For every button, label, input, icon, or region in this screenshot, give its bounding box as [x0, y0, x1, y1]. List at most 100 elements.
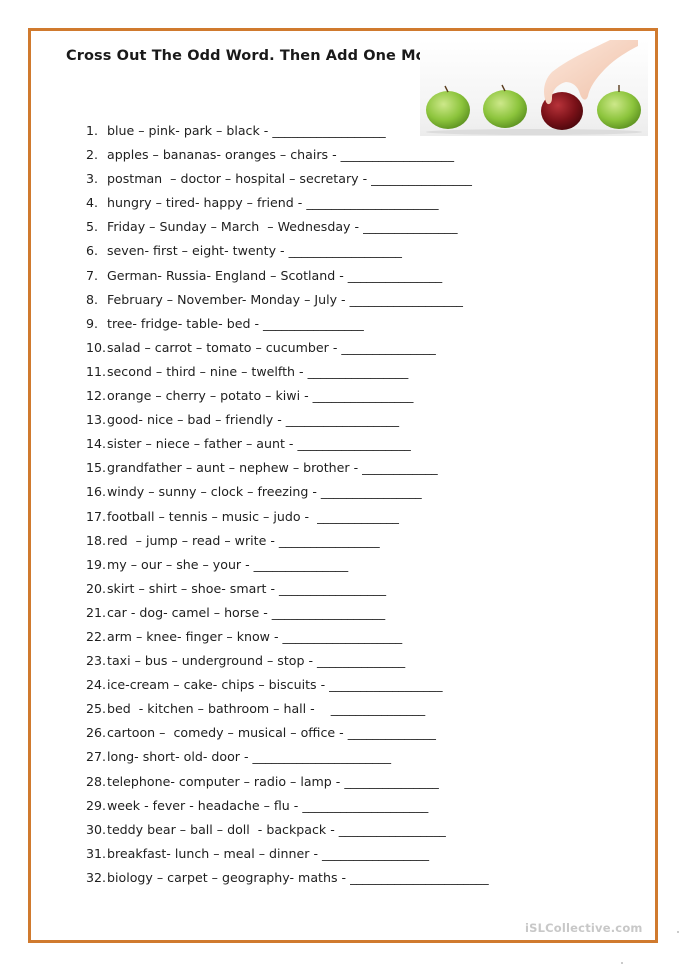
answer-blank[interactable]: ____________________: [302, 797, 428, 821]
answer-blank[interactable]: _____________: [317, 508, 399, 532]
word-set: tree- fridge- table- bed -: [107, 315, 264, 331]
exercise-item: 10. salad – carrot – tomato – cucumber - …: [86, 339, 489, 363]
exercise-item: 27. long- short- old- door - ____________…: [86, 748, 489, 772]
exercise-item: 20. skirt – shirt – shoe- smart - _______…: [86, 580, 489, 604]
word-set: postman – doctor – hospital – secretary …: [107, 171, 372, 187]
word-set: breakfast- lunch – meal – dinner -: [107, 845, 322, 861]
answer-blank[interactable]: __________________: [341, 146, 454, 170]
answer-blank[interactable]: _______________: [363, 218, 457, 242]
word-set: week - fever - headache – flu -: [107, 797, 303, 813]
exercise-item: 3. postman – doctor – hospital – secretar…: [86, 170, 489, 194]
exercise-item: 5. Friday – Sunday – March – Wednesday - …: [86, 218, 489, 242]
word-set: my – our – she – your -: [107, 556, 254, 572]
item-number: 27.: [86, 749, 107, 765]
stray-dot: [677, 931, 679, 933]
word-set: hungry – tired- happy – friend -: [107, 195, 307, 211]
exercise-item: 32. biology – carpet – geography- maths -…: [86, 869, 489, 893]
word-set: seven- first – eight- twenty -: [107, 243, 289, 259]
answer-blank[interactable]: _______________: [254, 556, 348, 580]
word-set: red – jump – read – write -: [107, 532, 279, 548]
item-number: 7.: [86, 267, 99, 283]
exercise-item: 2. apples – bananas- oranges – chairs - _…: [86, 146, 489, 170]
answer-blank[interactable]: _________________: [322, 845, 429, 869]
answer-blank[interactable]: ____________: [362, 459, 438, 483]
item-number: 5.: [86, 219, 99, 235]
item-number: 25.: [86, 701, 107, 717]
exercise-item: 19. my – our – she – your - _____________…: [86, 556, 489, 580]
answer-blank[interactable]: ________________: [263, 315, 364, 339]
word-set: second – third – nine – twelfth -: [107, 363, 308, 379]
answer-blank[interactable]: _______________: [341, 339, 435, 363]
word-set: telephone- computer – radio – lamp -: [107, 773, 345, 789]
answer-blank[interactable]: ________________: [313, 387, 414, 411]
exercise-item: 30. teddy bear – ball – doll - backpack -…: [86, 821, 489, 845]
exercise-item: 21. car - dog- camel – horse - __________…: [86, 604, 489, 628]
word-set: cartoon – comedy – musical – office -: [107, 725, 348, 741]
item-number: 9.: [86, 315, 99, 331]
exercise-item: 6. seven- first – eight- twenty - _______…: [86, 242, 489, 266]
worksheet-title: Cross Out The Odd Word. Then Add One Mor…: [66, 48, 449, 64]
answer-blank[interactable]: ________________: [279, 532, 380, 556]
item-number: 31.: [86, 845, 107, 861]
word-set: blue – pink- park – black -: [107, 123, 273, 138]
word-set: good- nice – bad – friendly -: [107, 412, 286, 428]
exercise-item: 24. ice-cream – cake- chips – biscuits - …: [86, 676, 489, 700]
exercise-item: 23. taxi – bus – underground – stop - ___…: [86, 652, 489, 676]
answer-blank[interactable]: __________________: [272, 604, 385, 628]
item-number: 13.: [86, 412, 107, 428]
item-number: 4.: [86, 195, 99, 211]
word-set: orange – cherry – potato – kiwi -: [107, 388, 313, 404]
answer-blank[interactable]: __________________: [289, 242, 402, 266]
answer-blank[interactable]: ______________: [348, 724, 436, 748]
item-number: 12.: [86, 388, 107, 404]
exercise-item: 28. telephone- computer – radio – lamp - …: [86, 773, 489, 797]
item-number: 21.: [86, 604, 107, 620]
item-number: 19.: [86, 556, 107, 572]
answer-blank[interactable]: __________________: [329, 676, 442, 700]
answer-blank[interactable]: ______________________: [350, 869, 489, 893]
word-set: biology – carpet – geography- maths -: [107, 869, 351, 885]
exercise-item: 22. arm – knee- finger – know - _________…: [86, 628, 489, 652]
item-number: 30.: [86, 821, 107, 837]
item-number: 32.: [86, 869, 107, 885]
answer-blank[interactable]: __________________: [286, 411, 399, 435]
word-set: football – tennis – music – judo -: [107, 508, 318, 524]
answer-blank[interactable]: ___________________: [283, 628, 403, 652]
item-number: 3.: [86, 171, 99, 187]
exercise-item: 14. sister – niece – father – aunt - ____…: [86, 435, 489, 459]
answer-blank[interactable]: _________________: [279, 580, 386, 604]
answer-blank[interactable]: _____________________: [306, 194, 438, 218]
answer-blank[interactable]: _______________: [344, 773, 438, 797]
answer-blank[interactable]: ______________________: [253, 748, 392, 772]
exercise-item: 4. hungry – tired- happy – friend - _____…: [86, 194, 489, 218]
exercise-item: 25. bed - kitchen – bathroom – hall - ___…: [86, 700, 489, 724]
answer-blank[interactable]: __________________: [350, 291, 463, 315]
word-set: long- short- old- door -: [107, 749, 253, 765]
word-set: Friday – Sunday – March – Wednesday -: [107, 219, 364, 235]
item-number: 26.: [86, 725, 107, 741]
exercise-item: 26. cartoon – comedy – musical – office -…: [86, 724, 489, 748]
exercise-item: 11. second – third – nine – twelfth - ___…: [86, 363, 489, 387]
exercise-item: 8. February – November- Monday – July - _…: [86, 291, 489, 315]
watermark: iSLCollective.com: [525, 921, 643, 935]
item-number: 29.: [86, 797, 107, 813]
exercise-item: 29. week - fever - headache – flu - _____…: [86, 797, 489, 821]
answer-blank[interactable]: ______________: [317, 652, 405, 676]
item-number: 2.: [86, 147, 99, 163]
answer-blank[interactable]: _______________: [348, 267, 442, 291]
word-set: taxi – bus – underground – stop -: [107, 653, 318, 669]
answer-blank[interactable]: ________________: [308, 363, 409, 387]
answer-blank[interactable]: __________________: [297, 435, 410, 459]
word-set: car - dog- camel – horse -: [107, 604, 272, 620]
item-number: 15.: [86, 460, 107, 476]
answer-blank[interactable]: ________________: [371, 170, 472, 194]
exercise-item: 12. orange – cherry – potato – kiwi - ___…: [86, 387, 489, 411]
exercise-item: 17. football – tennis – music – judo - __…: [86, 508, 489, 532]
answer-blank[interactable]: __________________: [272, 122, 385, 146]
word-set: teddy bear – ball – doll - backpack -: [107, 821, 339, 837]
item-number: 20.: [86, 580, 107, 596]
answer-blank[interactable]: ________________: [321, 483, 422, 507]
answer-blank[interactable]: _______________: [331, 700, 425, 724]
answer-blank[interactable]: _________________: [339, 821, 446, 845]
green-apple-icon: [483, 84, 527, 128]
